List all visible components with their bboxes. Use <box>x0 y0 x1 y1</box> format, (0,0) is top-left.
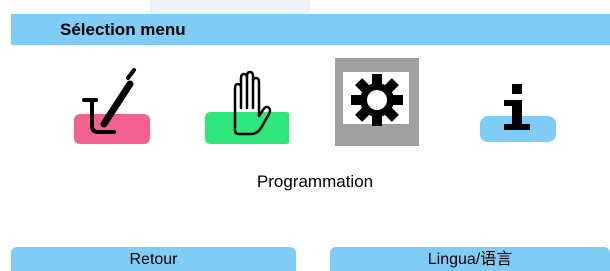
menu-item-measure[interactable] <box>70 58 154 146</box>
language-button[interactable]: Lingua/语言 <box>330 247 610 271</box>
header-bar: Sélection menu <box>11 14 610 45</box>
menu-item-settings[interactable] <box>335 58 419 146</box>
back-button-label: Retour <box>129 251 178 268</box>
info-icon <box>480 84 556 142</box>
language-button-label: Lingua/语言 <box>427 251 513 268</box>
gear-icon <box>335 58 419 146</box>
menu-item-info[interactable] <box>476 58 560 146</box>
selected-menu-label: Programmation <box>256 172 374 191</box>
hand-icon <box>205 70 289 144</box>
page-title: Sélection menu <box>60 20 186 39</box>
menu-item-manual[interactable] <box>205 58 289 146</box>
beaker-pen-icon <box>74 68 150 144</box>
back-button[interactable]: Retour <box>11 247 296 271</box>
top-strip <box>150 0 310 14</box>
